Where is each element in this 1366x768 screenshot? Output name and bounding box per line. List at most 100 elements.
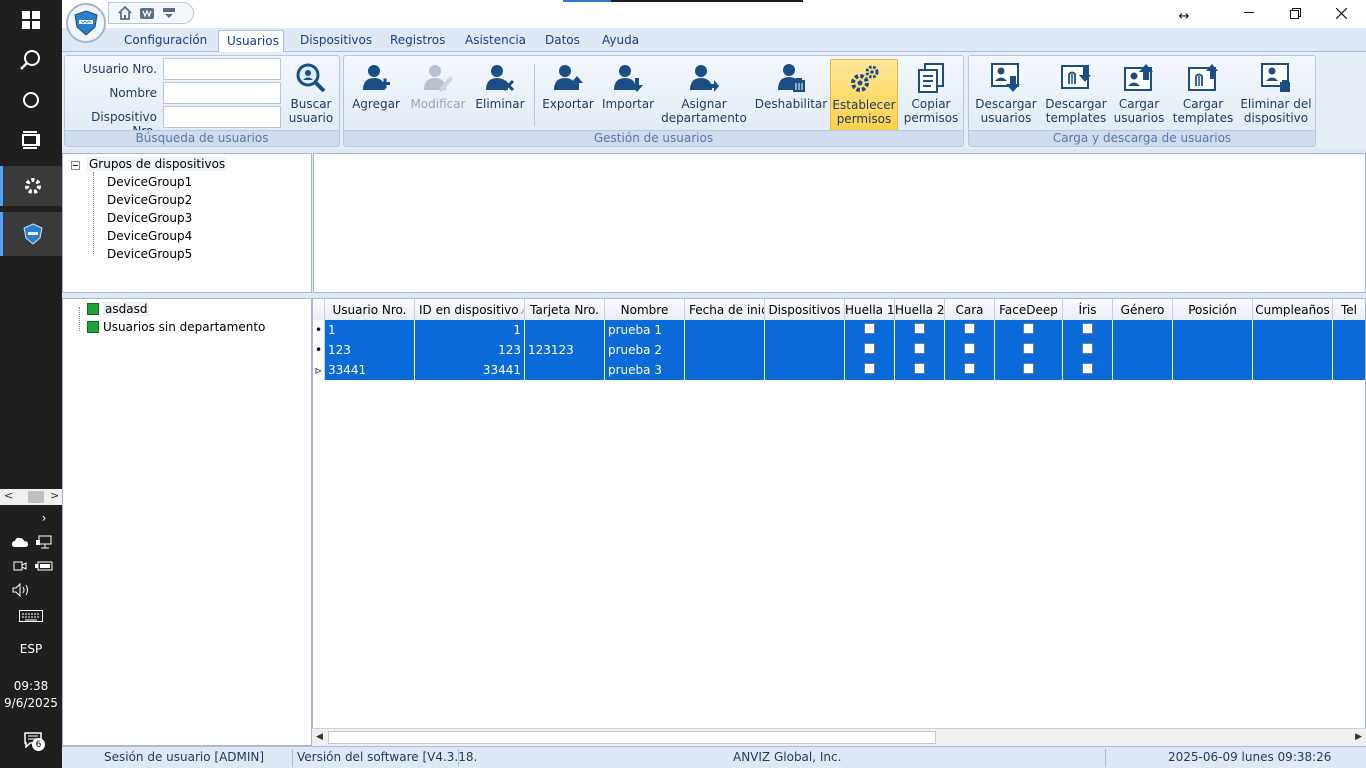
cell-devices[interactable] bbox=[765, 320, 845, 340]
cell-card[interactable] bbox=[525, 360, 605, 380]
delete-from-device-button[interactable]: Eliminar del dispositivo bbox=[1239, 59, 1313, 131]
add-user-button[interactable]: Agregar bbox=[348, 59, 404, 131]
tab-ayuda[interactable]: Ayuda bbox=[594, 30, 647, 52]
cell-fingerprint-2[interactable] bbox=[895, 340, 945, 360]
import-users-button[interactable]: Importar bbox=[600, 59, 656, 131]
column-header[interactable]: Cara bbox=[945, 299, 995, 321]
cell-start-date[interactable] bbox=[685, 340, 765, 360]
column-header[interactable]: ID en dispositivo ⁄ bbox=[415, 299, 525, 321]
input-language[interactable]: ESP bbox=[0, 640, 62, 658]
tab-usuarios[interactable]: Usuarios bbox=[218, 30, 284, 52]
cell-face[interactable] bbox=[945, 320, 995, 340]
name-input[interactable] bbox=[163, 82, 281, 104]
fingerprint-2-checkbox[interactable] bbox=[914, 323, 925, 334]
column-header[interactable]: Fecha de inicio bbox=[685, 299, 765, 321]
cell-card[interactable] bbox=[525, 320, 605, 340]
device-group-item[interactable]: DeviceGroup2 bbox=[107, 193, 192, 207]
cell-position[interactable] bbox=[1173, 340, 1253, 360]
cell-device-id[interactable]: 123 bbox=[415, 340, 525, 360]
cell-position[interactable] bbox=[1173, 360, 1253, 380]
cell-face[interactable] bbox=[945, 340, 995, 360]
column-header[interactable]: Huella 1 bbox=[845, 299, 895, 321]
anviz-app-logo[interactable] bbox=[66, 3, 106, 43]
cell-fingerprint-2[interactable] bbox=[895, 360, 945, 380]
close-button[interactable] bbox=[1326, 4, 1356, 22]
cell-user-no[interactable]: 123 bbox=[325, 340, 415, 360]
cell-start-date[interactable] bbox=[685, 360, 765, 380]
volume-icon[interactable] bbox=[10, 582, 34, 598]
cell-fingerprint-1[interactable] bbox=[845, 360, 895, 380]
cell-gender[interactable] bbox=[1113, 340, 1173, 360]
cell-user-no[interactable]: 1 bbox=[325, 320, 415, 340]
download-templates-button[interactable]: Descargar templates bbox=[1043, 59, 1109, 131]
cell-birthday[interactable] bbox=[1253, 320, 1333, 340]
iris-checkbox[interactable] bbox=[1082, 323, 1093, 334]
copy-permissions-button[interactable]: Copiar permisos bbox=[902, 59, 960, 131]
department-item[interactable]: asdasd bbox=[87, 302, 150, 316]
task-view-button[interactable] bbox=[0, 120, 62, 160]
scroll-left-icon[interactable]: < bbox=[4, 489, 13, 502]
column-header[interactable]: Tel bbox=[1333, 299, 1365, 321]
facedeep-checkbox[interactable] bbox=[1023, 363, 1034, 374]
clock-time[interactable]: 09:38 bbox=[0, 678, 62, 694]
cell-devices[interactable] bbox=[765, 340, 845, 360]
device-no-input[interactable] bbox=[163, 106, 281, 128]
taskbar-scrollbar[interactable]: < > bbox=[0, 489, 62, 505]
department-item[interactable]: Usuarios sin departamento bbox=[87, 320, 265, 334]
cortana-button[interactable] bbox=[0, 80, 62, 120]
cell-fingerprint-2[interactable] bbox=[895, 320, 945, 340]
fingerprint-1-checkbox[interactable] bbox=[864, 363, 875, 374]
cell-devices[interactable] bbox=[765, 360, 845, 380]
device-group-item[interactable]: DeviceGroup1 bbox=[107, 175, 192, 189]
tab-datos[interactable]: Datos bbox=[537, 30, 588, 52]
cell-birthday[interactable] bbox=[1253, 340, 1333, 360]
tab-registros[interactable]: Registros bbox=[382, 30, 453, 52]
cell-birthday[interactable] bbox=[1253, 360, 1333, 380]
scroll-left-icon[interactable]: ◀ bbox=[316, 732, 323, 742]
cell-user-no[interactable]: 33441 bbox=[325, 360, 415, 380]
network-icon[interactable] bbox=[34, 534, 54, 550]
upload-users-button[interactable]: Cargar usuarios bbox=[1111, 59, 1167, 131]
cell-facedeep[interactable] bbox=[995, 340, 1063, 360]
scroll-thumb[interactable] bbox=[328, 731, 936, 744]
column-header[interactable]: Tarjeta Nro. bbox=[525, 299, 605, 321]
assign-department-button[interactable]: Asignar departamento bbox=[661, 59, 747, 131]
search-user-button[interactable]: Buscar usuario bbox=[285, 59, 337, 131]
column-header[interactable]: Posición bbox=[1173, 299, 1253, 321]
column-header[interactable]: FaceDeep bbox=[995, 299, 1063, 321]
battery-icon[interactable] bbox=[34, 558, 54, 574]
grid-horizontal-scrollbar[interactable]: ◀ ▶ bbox=[312, 728, 1366, 746]
column-header[interactable]: Usuario Nro. bbox=[325, 299, 415, 321]
device-groups-root[interactable]: Grupos de dispositivos bbox=[87, 157, 228, 171]
fingerprint-2-checkbox[interactable] bbox=[914, 343, 925, 354]
scroll-thumb[interactable] bbox=[28, 491, 44, 503]
scroll-right-icon[interactable]: > bbox=[50, 489, 59, 502]
title-bar[interactable]: ↔ bbox=[62, 0, 1366, 30]
device-group-item[interactable]: DeviceGroup5 bbox=[107, 247, 192, 261]
facedeep-checkbox[interactable] bbox=[1023, 323, 1034, 334]
cell-fingerprint-1[interactable] bbox=[845, 340, 895, 360]
download-users-button[interactable]: Descargar usuarios bbox=[973, 59, 1039, 131]
cell-gender[interactable] bbox=[1113, 320, 1173, 340]
meet-now-icon[interactable] bbox=[10, 558, 30, 574]
restore-button[interactable] bbox=[1280, 4, 1310, 22]
cell-fingerprint-1[interactable] bbox=[845, 320, 895, 340]
tree-collapse-toggle[interactable] bbox=[71, 159, 80, 173]
device-group-item[interactable]: DeviceGroup3 bbox=[107, 211, 192, 225]
face-checkbox[interactable] bbox=[964, 363, 975, 374]
touch-keyboard-icon[interactable] bbox=[18, 608, 44, 624]
table-row[interactable]: • 123 123 123123 prueba 2 bbox=[313, 340, 1365, 360]
device-list-panel[interactable] bbox=[313, 153, 1366, 293]
cell-name[interactable]: prueba 1 bbox=[605, 320, 685, 340]
cell-phone[interactable] bbox=[1333, 360, 1365, 380]
table-row[interactable]: ▹ 33441 33441 prueba 3 bbox=[313, 360, 1365, 380]
column-header[interactable]: Huella 2 bbox=[895, 299, 945, 321]
tab-asistencia[interactable]: Asistencia bbox=[457, 30, 534, 52]
fingerprint-2-checkbox[interactable] bbox=[914, 363, 925, 374]
device-group-item[interactable]: DeviceGroup4 bbox=[107, 229, 192, 243]
cell-gender[interactable] bbox=[1113, 360, 1173, 380]
user-no-input[interactable] bbox=[163, 58, 281, 80]
cell-device-id[interactable]: 1 bbox=[415, 320, 525, 340]
face-checkbox[interactable] bbox=[964, 323, 975, 334]
cell-phone[interactable] bbox=[1333, 320, 1365, 340]
